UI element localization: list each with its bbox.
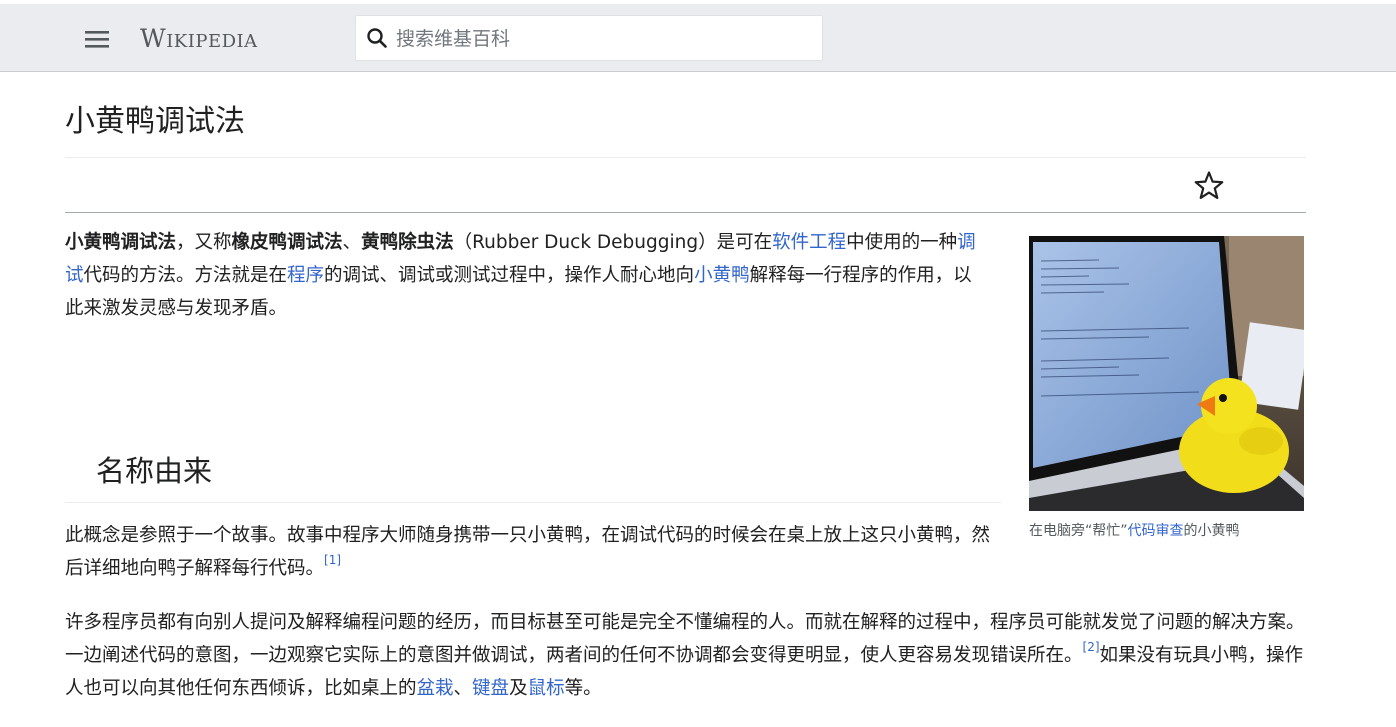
intro-text: （Rubber Duck Debugging）是可在 — [453, 232, 773, 253]
link-software-engineering[interactable]: 软件工程 — [772, 232, 846, 253]
bold-term: 小黄鸭调试法 — [65, 232, 177, 253]
section-divider — [65, 502, 1001, 503]
intro-text: 中使用的一种 — [846, 232, 958, 253]
toolbar-divider — [65, 212, 1306, 213]
figure-caption: 在电脑旁“帮忙”代码审查的小黄鸭 — [1029, 521, 1304, 541]
search-box[interactable] — [355, 15, 823, 61]
section-heading: 名称由来 — [96, 454, 213, 488]
reference-1[interactable]: [1] — [324, 553, 341, 567]
bold-term: 橡皮鸭调试法 — [231, 232, 343, 253]
caption-text: 在电脑旁“帮忙” — [1029, 523, 1128, 539]
main-menu-button[interactable] — [80, 22, 114, 56]
paragraph-text: 、 — [453, 678, 473, 699]
title-divider — [65, 157, 1306, 158]
intro-text: 代码的方法。方法就是在 — [83, 265, 288, 286]
search-input[interactable] — [394, 22, 813, 56]
article-figure: 在电脑旁“帮忙”代码审查的小黄鸭 — [1029, 236, 1304, 541]
link-program[interactable]: 程序 — [287, 265, 324, 286]
intro-text: ，又称 — [176, 232, 232, 253]
paragraph-text: 等。 — [564, 678, 602, 699]
intro-text: 、 — [342, 232, 362, 253]
link-code-review[interactable]: 代码审查 — [1128, 523, 1184, 539]
intro-paragraph: 小黄鸭调试法，又称橡皮鸭调试法、黄鸭除虫法（Rubber Duck Debugg… — [65, 226, 990, 325]
link-mouse[interactable]: 鼠标 — [528, 678, 565, 699]
paragraph-text: 及 — [509, 678, 528, 699]
star-icon[interactable] — [1193, 170, 1225, 202]
reference-2[interactable]: [2] — [1083, 640, 1100, 654]
bold-term: 黄鸭除虫法 — [361, 232, 454, 253]
search-icon — [367, 28, 387, 48]
link-bonsai[interactable]: 盆栽 — [417, 678, 454, 699]
hamburger-menu-icon — [85, 31, 109, 48]
paragraph-text: 此概念是参照于一个故事。故事中程序大师随身携带一只小黄鸭，在调试代码的时候会在桌… — [65, 525, 991, 579]
caption-text: 的小黄鸭 — [1183, 523, 1240, 539]
intro-text: 的调试、调试或测试过程中，操作人耐心地向 — [324, 265, 695, 286]
explanation-paragraph: 许多程序员都有向别人提问及解释编程问题的经历，而目标甚至可能是完全不懂编程的人。… — [65, 606, 1306, 705]
link-keyboard[interactable]: 键盘 — [472, 678, 509, 699]
wikipedia-logo[interactable]: Wikipedia — [140, 24, 258, 53]
logo-wordmark: Wikipedia — [140, 24, 258, 53]
link-rubber-duck[interactable]: 小黄鸭 — [694, 265, 750, 286]
rubber-duck-photo[interactable] — [1029, 236, 1304, 511]
origin-paragraph: 此概念是参照于一个故事。故事中程序大师随身携带一只小黄鸭，在调试代码的时候会在桌… — [65, 519, 990, 585]
page-title: 小黄鸭调试法 — [65, 104, 245, 139]
site-header: Wikipedia — [0, 0, 1396, 72]
